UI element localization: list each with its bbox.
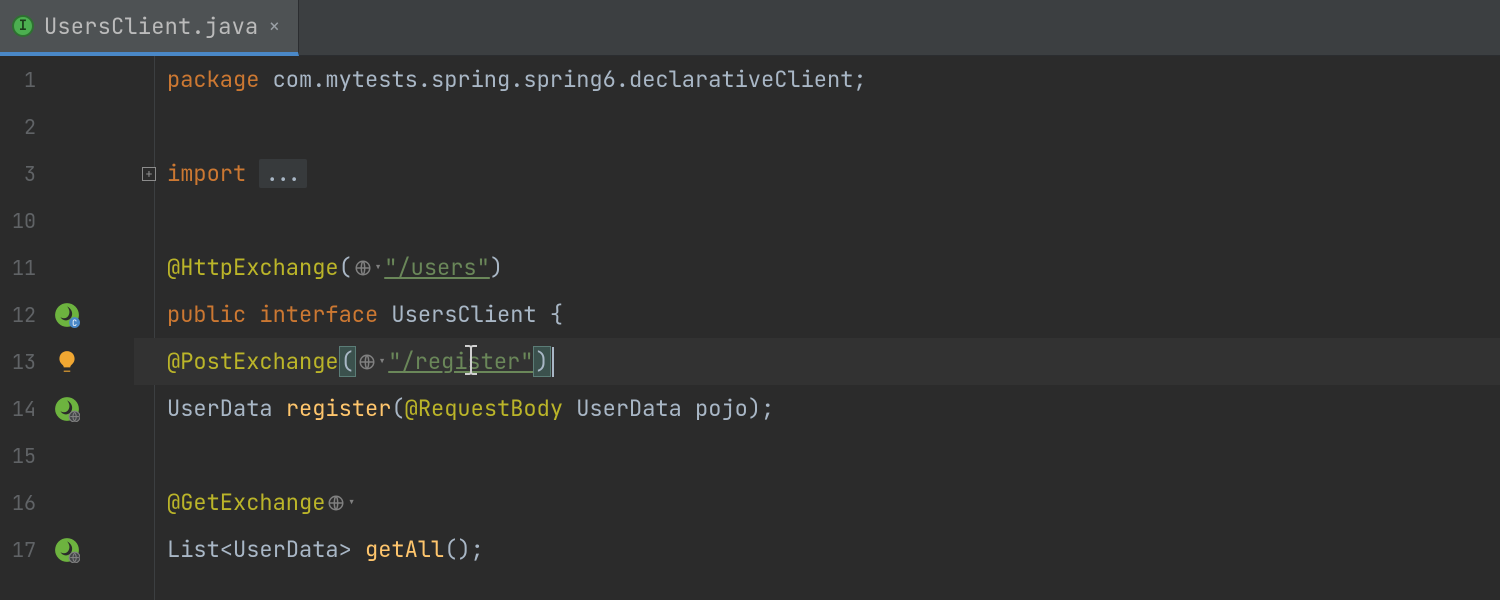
fold-expand-icon[interactable]: + [142,167,156,181]
code-line[interactable]: public interface UsersClient { [167,291,1500,338]
code-line[interactable]: UserData register(@RequestBody UserData … [167,385,1500,432]
type-name: > [339,535,352,564]
chevron-down-icon: ▾ [347,494,355,512]
line-number: 10 [0,208,48,234]
tab-filename: UsersClient.java [44,12,258,41]
chevron-down-icon: ▾ [374,259,382,277]
method-name: getAll [365,535,444,564]
url-literal[interactable]: "/register" [388,347,533,376]
paren-match: ( [339,346,356,377]
endpoint-widget[interactable]: ▾ [327,494,355,512]
package-path: com.mytests.spring.spring6.declarativeCl… [259,65,853,94]
interface-file-icon: I [12,15,34,37]
gutter: 1 2 3 + 10 11 12 C 13 14 15 16 [0,56,155,600]
endpoint-widget[interactable]: ▾ [354,259,382,277]
annotation: @GetExchange [167,488,325,517]
code-line[interactable]: @GetExchange ▾ [167,479,1500,526]
keyword: interface [259,300,378,329]
brace: { [550,300,563,329]
text-caret [552,347,554,377]
line-number: 14 [0,396,48,422]
code-line[interactable]: List<UserData> getAll(); [167,526,1500,573]
spring-bean-icon[interactable]: C [54,302,80,328]
param-name: pojo [695,394,748,423]
type-name: UsersClient [391,300,536,329]
code-area[interactable]: package com.mytests.spring.spring6.decla… [155,56,1500,600]
spring-endpoint-icon[interactable] [54,396,80,422]
keyword: import [167,159,259,188]
line-number: 17 [0,537,48,563]
spring-endpoint-icon[interactable] [54,537,80,563]
intention-bulb-icon[interactable] [54,349,80,375]
line-number: 13 [0,349,48,375]
close-tab-icon[interactable]: × [268,16,280,36]
chevron-down-icon: ▾ [378,353,386,371]
type-name: UserData [167,394,273,423]
type-name: UserData [576,394,682,423]
semicolon: ; [761,394,774,423]
editor-area[interactable]: 1 2 3 + 10 11 12 C 13 14 15 16 [0,56,1500,600]
line-number: 15 [0,443,48,469]
keyword: public [167,300,246,329]
url-literal[interactable]: "/users" [384,253,490,282]
code-line-current[interactable]: @PostExchange( ▾"/register") [167,338,1500,385]
paren: ( [444,535,457,564]
paren-match: ) [533,346,550,377]
svg-text:C: C [72,316,77,327]
tab-users-client[interactable]: I UsersClient.java × [0,0,299,56]
folded-imports[interactable]: ... [259,159,307,188]
type-name: List< [167,535,233,564]
semicolon: ; [471,535,484,564]
paren: ( [391,394,404,423]
code-line[interactable]: @HttpExchange( ▾"/users") [167,244,1500,291]
line-number: 11 [0,255,48,281]
paren: ) [457,535,470,564]
tab-bar: I UsersClient.java × [0,0,1500,56]
annotation: @HttpExchange [167,253,339,282]
annotation: @PostExchange [167,347,339,376]
endpoint-widget[interactable]: ▾ [358,353,386,371]
paren: ( [339,253,352,282]
code-line[interactable]: package com.mytests.spring.spring6.decla… [167,56,1500,103]
keyword: package [167,65,259,94]
type-name: UserData [233,535,339,564]
paren: ) [748,394,761,423]
line-number: 1 [0,67,48,93]
annotation: @RequestBody [405,394,563,423]
line-number: 2 [0,114,48,140]
paren: ) [490,253,503,282]
code-line[interactable] [167,197,1500,244]
semicolon: ; [853,65,866,94]
code-line[interactable]: import ... [167,150,1500,197]
method-name: register [286,394,392,423]
line-number: 16 [0,490,48,516]
code-line[interactable] [167,103,1500,150]
line-number: 3 [0,161,48,187]
code-line[interactable] [167,432,1500,479]
line-number: 12 [0,302,48,328]
